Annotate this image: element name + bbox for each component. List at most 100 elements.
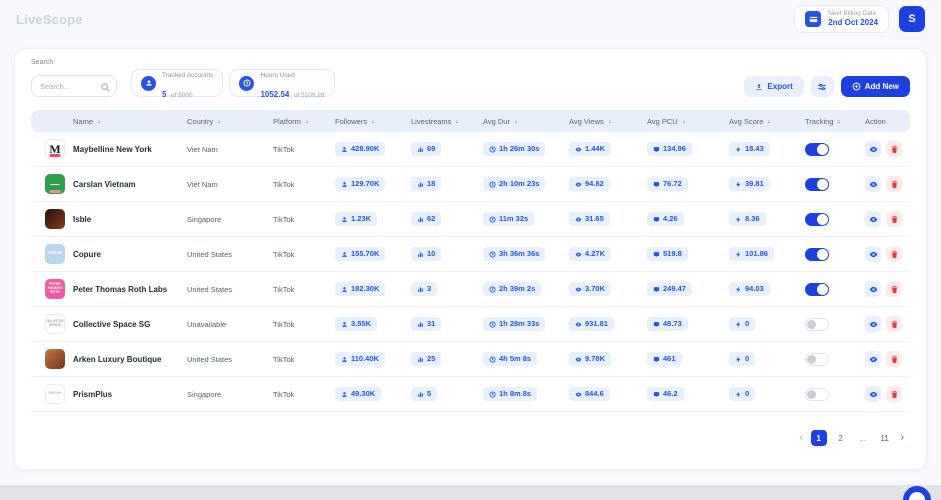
sort-icon[interactable] bbox=[513, 118, 519, 125]
person-icon bbox=[342, 286, 347, 292]
monitor-icon bbox=[653, 216, 660, 222]
view-button[interactable] bbox=[865, 386, 881, 402]
eye-icon bbox=[869, 286, 877, 292]
avg-views-badge: 3.70K bbox=[569, 282, 612, 296]
column-header-avg_dur[interactable]: Avg Dur bbox=[475, 117, 561, 126]
column-header-platform[interactable]: Platform bbox=[265, 117, 327, 126]
view-button[interactable] bbox=[865, 176, 881, 192]
billing-date: 2nd Oct 2024 bbox=[828, 18, 878, 28]
table-row: COPURE Copure United States TikTok 155.7… bbox=[31, 237, 910, 272]
clock-icon bbox=[489, 250, 496, 258]
pagination: ‹ 1 2... 11 › bbox=[31, 430, 910, 446]
sort-icon[interactable] bbox=[681, 118, 687, 125]
sort-icon[interactable] bbox=[370, 118, 376, 125]
delete-button[interactable] bbox=[886, 316, 902, 332]
bolt-icon bbox=[736, 216, 741, 222]
sort-icon[interactable] bbox=[216, 118, 222, 125]
tracking-toggle[interactable] bbox=[805, 247, 829, 261]
tracking-toggle[interactable] bbox=[805, 387, 829, 401]
table-row: PRISM+ PrismPlus Singapore TikTok 49.30K… bbox=[31, 377, 910, 412]
delete-button[interactable] bbox=[886, 351, 902, 367]
avg-pcu-badge: 519.8 bbox=[647, 247, 688, 261]
pagination-page[interactable]: 11 bbox=[877, 430, 893, 446]
chart-icon bbox=[418, 251, 423, 257]
tracking-toggle[interactable] bbox=[805, 317, 829, 331]
trash-icon bbox=[891, 215, 897, 223]
view-button[interactable] bbox=[865, 316, 881, 332]
view-button[interactable] bbox=[865, 141, 881, 157]
platform-value: TikTok bbox=[273, 389, 295, 399]
user-avatar[interactable]: S bbox=[899, 6, 925, 32]
tracking-toggle[interactable] bbox=[805, 282, 829, 296]
sort-icon[interactable] bbox=[454, 118, 460, 125]
platform-value: TikTok bbox=[273, 144, 295, 154]
avg-views-badge: 931.81 bbox=[569, 317, 614, 331]
monitor-icon bbox=[653, 251, 660, 257]
export-button[interactable]: Export bbox=[744, 76, 804, 97]
column-header-country[interactable]: Country bbox=[179, 117, 265, 126]
avg-score-badge: 0 bbox=[729, 317, 756, 331]
chart-icon bbox=[418, 356, 423, 362]
delete-button[interactable] bbox=[886, 211, 902, 227]
trash-icon bbox=[891, 285, 897, 293]
followers-badge: 129.70K bbox=[335, 177, 386, 191]
platform-value: TikTok bbox=[273, 214, 295, 224]
pagination-prev[interactable]: ‹ bbox=[797, 433, 804, 443]
country-value: Singapore bbox=[187, 214, 222, 224]
livestreams-badge: 3 bbox=[411, 282, 438, 296]
avg-score-badge: 0 bbox=[729, 387, 756, 401]
column-header-followers[interactable]: Followers bbox=[327, 117, 403, 126]
avg-views-badge: 31.65 bbox=[569, 212, 610, 226]
add-new-button[interactable]: Add New bbox=[840, 76, 910, 97]
filter-button[interactable] bbox=[810, 76, 834, 97]
eye-icon bbox=[869, 216, 877, 222]
column-header-tracking[interactable]: Tracking bbox=[797, 117, 857, 126]
tracking-toggle[interactable] bbox=[805, 352, 829, 366]
stat-value: 1052.54 bbox=[260, 90, 290, 99]
view-button[interactable] bbox=[865, 281, 881, 297]
chart-icon bbox=[418, 321, 423, 327]
delete-button[interactable] bbox=[886, 246, 902, 262]
view-button[interactable] bbox=[865, 246, 881, 262]
account-name: Maybelline New York bbox=[73, 144, 152, 154]
country-value: Unavailable bbox=[187, 319, 227, 329]
delete-button[interactable] bbox=[886, 176, 902, 192]
pagination-next[interactable]: › bbox=[899, 433, 906, 443]
view-button[interactable] bbox=[865, 351, 881, 367]
column-header-action[interactable]: Action bbox=[857, 117, 912, 126]
sort-icon[interactable] bbox=[766, 118, 772, 125]
monitor-icon bbox=[653, 356, 660, 362]
tracking-toggle[interactable] bbox=[805, 212, 829, 226]
avg-dur-badge: 3h 36m 36s bbox=[483, 247, 546, 261]
livestreams-badge: 62 bbox=[411, 212, 442, 226]
view-button[interactable] bbox=[865, 211, 881, 227]
sort-icon[interactable] bbox=[836, 118, 842, 125]
country-value: United States bbox=[187, 249, 233, 259]
pagination-page[interactable]: 2 bbox=[833, 430, 849, 446]
delete-button[interactable] bbox=[886, 281, 902, 297]
stat-value: 5 bbox=[162, 90, 167, 99]
sort-icon[interactable] bbox=[607, 118, 613, 125]
tracking-toggle[interactable] bbox=[805, 177, 829, 191]
accounts-table: Name Country Platform Followers Livestre… bbox=[31, 110, 910, 412]
pagination-page[interactable]: 1 bbox=[810, 430, 827, 446]
column-header-avg_pcu[interactable]: Avg PCU bbox=[639, 117, 721, 126]
tracking-toggle[interactable] bbox=[805, 142, 829, 156]
sort-icon[interactable] bbox=[96, 118, 102, 125]
column-header-avg_score[interactable]: Avg Score bbox=[721, 117, 797, 126]
delete-button[interactable] bbox=[886, 141, 902, 157]
followers-badge: 110.40K bbox=[335, 352, 385, 366]
column-header-avg_views[interactable]: Avg Views bbox=[561, 117, 639, 126]
avg-views-badge: 1.44K bbox=[569, 142, 612, 156]
avg-pcu-badge: 76.72 bbox=[647, 177, 688, 191]
column-header-name[interactable]: Name bbox=[31, 117, 179, 126]
clock-icon bbox=[489, 145, 496, 153]
account-avatar: COPURE bbox=[45, 244, 65, 264]
column-header-livestreams[interactable]: Livestreams bbox=[403, 117, 475, 126]
delete-button[interactable] bbox=[886, 386, 902, 402]
account-avatar bbox=[45, 349, 65, 369]
sort-icon[interactable] bbox=[304, 118, 310, 125]
table-row: Isble Singapore TikTok 1.23K 62 11m 32s bbox=[31, 202, 910, 237]
account-name: Arken Luxury Boutique bbox=[73, 354, 162, 364]
sliders-icon bbox=[818, 83, 827, 90]
